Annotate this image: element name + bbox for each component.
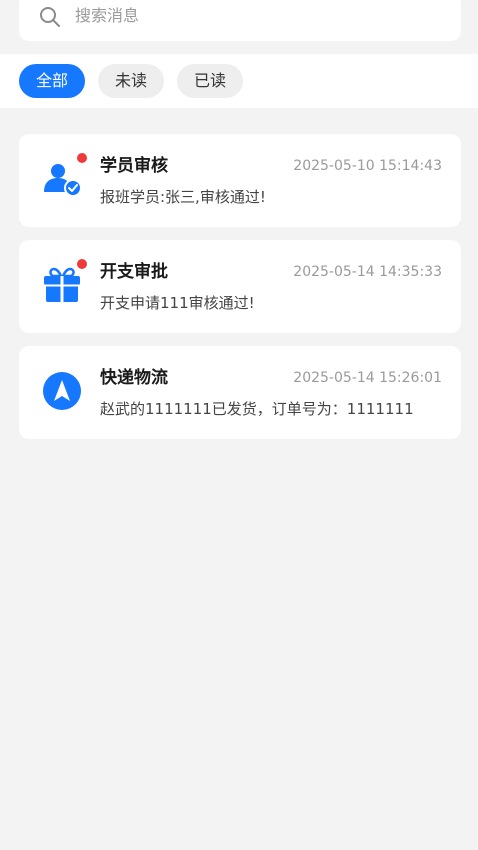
tab-all[interactable]: 全部 bbox=[19, 64, 85, 98]
message-card-student-review[interactable]: 学员审核 2025-05-10 15:14:43 报班学员:张三,审核通过! bbox=[19, 134, 461, 227]
tab-unread[interactable]: 未读 bbox=[98, 64, 164, 98]
message-content: 开支申请111审核通过! bbox=[100, 294, 255, 312]
message-content: 赵武的1111111已发货，订单号为：1111111 bbox=[100, 400, 414, 418]
message-title: 快递物流 bbox=[100, 368, 168, 388]
messages-page: 搜索消息 全部 未读 已读 学员审核 2025-05-10 15:14:43 报… bbox=[0, 0, 478, 850]
message-time: 2025-05-14 14:35:33 bbox=[293, 264, 442, 280]
filter-tabs: 全部 未读 已读 bbox=[0, 54, 478, 108]
message-title: 学员审核 bbox=[100, 156, 168, 176]
unread-dot bbox=[77, 259, 87, 269]
navigation-arrow-icon bbox=[43, 372, 81, 410]
search-input[interactable]: 搜索消息 bbox=[19, 0, 461, 41]
search-placeholder: 搜索消息 bbox=[75, 6, 140, 25]
message-title: 开支审批 bbox=[100, 262, 168, 282]
message-card-express-logistics[interactable]: 快递物流 2025-05-14 15:26:01 赵武的1111111已发货，订… bbox=[19, 346, 461, 439]
message-time: 2025-05-14 15:26:01 bbox=[293, 370, 442, 386]
student-review-icon bbox=[44, 164, 82, 197]
gift-icon bbox=[44, 267, 80, 302]
tab-read[interactable]: 已读 bbox=[177, 64, 243, 98]
search-icon bbox=[40, 7, 60, 27]
message-card-expense-approval[interactable]: 开支审批 2025-05-14 14:35:33 开支申请111审核通过! bbox=[19, 240, 461, 333]
unread-dot bbox=[77, 153, 87, 163]
search-area: 搜索消息 bbox=[0, 0, 478, 54]
message-time: 2025-05-10 15:14:43 bbox=[293, 158, 442, 174]
message-content: 报班学员:张三,审核通过! bbox=[100, 188, 266, 206]
